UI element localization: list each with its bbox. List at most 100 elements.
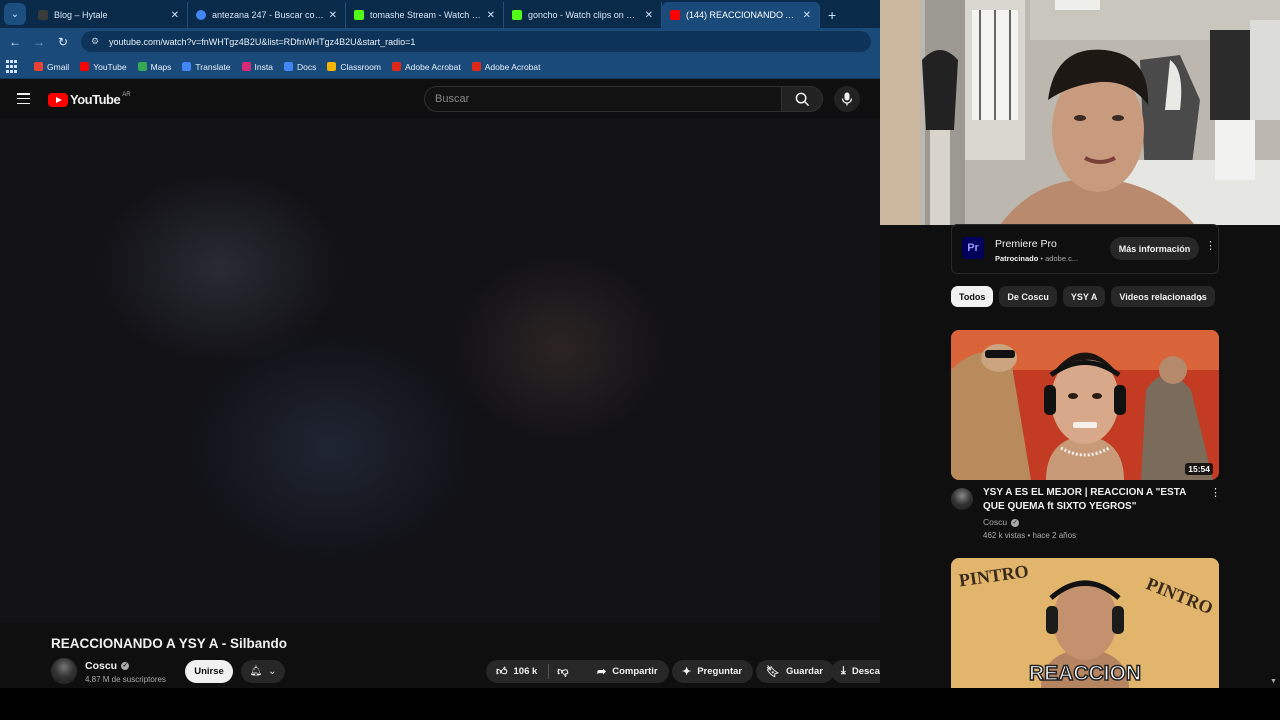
tab-label: antezana 247 - Buscar con Google <box>212 10 325 20</box>
forward-arrow-icon[interactable]: → <box>27 35 51 49</box>
ask-button[interactable]: ✦ Preguntar <box>672 660 754 683</box>
chip-ysy-a[interactable]: YSY A <box>1062 286 1106 307</box>
webcam-overlay <box>880 0 1280 225</box>
webcam-image <box>880 0 1280 225</box>
gmail-icon <box>34 62 43 71</box>
chevron-right-icon[interactable]: › <box>1198 289 1203 305</box>
join-button[interactable]: Unirse <box>185 660 233 683</box>
new-tab-icon[interactable]: + <box>820 7 844 28</box>
bottom-black-bar <box>0 688 1280 720</box>
video-title[interactable]: YSY A ES EL MEJOR | REACCION A "ESTA QUE… <box>983 486 1203 514</box>
search-placeholder: Buscar <box>435 93 470 105</box>
save-button[interactable]: 🔖︎ Guardar <box>756 660 834 683</box>
youtube-icon <box>80 62 90 71</box>
browser-tab-strip: ⌄ Blog – Hytale ✕ antezana 247 - Buscar … <box>0 0 880 28</box>
download-button[interactable]: ⤓ Descargar <box>831 660 880 683</box>
bookmark-classroom[interactable]: Classroom <box>327 62 381 72</box>
search-button[interactable] <box>781 86 823 112</box>
classroom-icon <box>327 62 337 71</box>
bookmark-label: Maps <box>150 61 172 72</box>
more-vertical-icon[interactable]: ⋮ <box>1205 239 1216 252</box>
bookmark-gmail[interactable]: Gmail <box>34 62 69 72</box>
site-settings-icon[interactable]: ⚙ <box>91 36 101 47</box>
tab-close-icon[interactable]: ✕ <box>487 10 495 21</box>
scroll-down-arrow-icon[interactable]: ▼ <box>1270 678 1277 685</box>
thumb-reaccion-text: REACCION <box>1029 662 1141 685</box>
channel-name[interactable]: Coscu ✓ <box>983 517 1020 527</box>
search-icon <box>795 92 809 106</box>
bookmarks-bar: Gmail YouTube Maps Translate Insta Docs … <box>0 55 880 79</box>
thumbnail-image <box>951 330 1219 480</box>
voice-search-button[interactable] <box>834 86 860 112</box>
channel-name-link[interactable]: Coscu ✓ <box>85 660 130 672</box>
tab-hytale[interactable]: Blog – Hytale ✕ <box>30 2 188 28</box>
filter-chips: Todos De Coscu YSY A Videos relacionados <box>951 286 1221 308</box>
channel-label: Coscu <box>983 517 1008 527</box>
bookmark-adobe-acrobat[interactable]: Adobe Acrobat <box>391 61 461 72</box>
like-count[interactable]: 106 k <box>514 666 538 677</box>
ad-more-info-button[interactable]: Más información <box>1110 237 1199 260</box>
dislike-thumb-down-icon[interactable]: 👎︎ <box>557 665 568 678</box>
bookmark-adobe-acrobat-2[interactable]: Adobe Acrobat <box>471 61 541 72</box>
video-player[interactable] <box>0 118 880 623</box>
video-thumbnail[interactable]: 15:54 <box>951 330 1219 480</box>
like-divider <box>548 664 550 679</box>
bookmark-maps[interactable]: Maps <box>137 61 172 72</box>
chip-de-coscu[interactable]: De Coscu <box>999 286 1057 307</box>
more-vertical-icon[interactable]: ⋮ <box>1210 486 1221 499</box>
youtube-watch-page: YouTube AR Buscar REACCIONANDO A YSY A -… <box>0 80 880 688</box>
url-field[interactable]: ⚙ youtube.com/watch?v=fnWHTgz4B2U&list=R… <box>81 31 871 52</box>
tab-kick-goncho[interactable]: goncho - Watch clips on Kick ✕ <box>504 2 662 28</box>
menu-icon[interactable] <box>17 93 30 104</box>
bookmark-label: Adobe Acrobat <box>484 61 541 72</box>
tab-google-search[interactable]: antezana 247 - Buscar con Google ✕ <box>188 2 346 28</box>
thumbnail-image: PINTRO PINTRO REACCION <box>951 558 1219 688</box>
tab-close-icon[interactable]: ✕ <box>803 10 811 21</box>
notifications-button[interactable]: 🔔︎ ⌄ <box>241 660 285 683</box>
bookmark-docs[interactable]: Docs <box>283 62 316 72</box>
bookmark-label: Adobe Acrobat <box>404 61 461 72</box>
tab-close-icon[interactable]: ✕ <box>645 10 653 21</box>
channel-avatar[interactable] <box>951 488 973 510</box>
youtube-favicon-icon <box>670 10 680 20</box>
apps-grid-icon[interactable] <box>6 59 20 74</box>
bookmark-translate[interactable]: Translate <box>182 62 231 72</box>
like-thumb-up-icon[interactable]: 👍︎ <box>496 665 508 678</box>
region-code: AR <box>122 91 131 98</box>
acrobat-icon <box>471 62 481 71</box>
hytale-favicon-icon <box>38 10 48 20</box>
translate-icon <box>182 62 192 71</box>
recommended-video[interactable]: PINTRO PINTRO REACCION <box>951 558 1219 688</box>
chevron-down-icon: ⌄ <box>268 666 277 677</box>
right-sidebar: Pr Premiere Pro Patrocinado • adobe.c...… <box>880 0 1280 688</box>
save-label: Guardar <box>785 666 823 677</box>
verified-check-icon: ✓ <box>1011 518 1020 527</box>
share-button[interactable]: ➦ Compartir <box>587 660 669 683</box>
tab-search-chevron-icon[interactable]: ⌄ <box>4 3 26 25</box>
channel-avatar[interactable] <box>51 658 77 684</box>
search-input[interactable]: Buscar <box>424 86 782 112</box>
bookmark-youtube[interactable]: YouTube <box>80 62 127 72</box>
bookmark-insta[interactable]: Insta <box>241 62 273 72</box>
tab-close-icon[interactable]: ✕ <box>329 10 337 21</box>
reload-icon[interactable]: ↻ <box>51 35 75 49</box>
video-actions-row: Coscu ✓ 4.87 M de suscriptores Unirse 🔔︎ … <box>51 658 880 686</box>
download-label: Descargar <box>851 666 880 677</box>
tab-close-icon[interactable]: ✕ <box>171 10 179 21</box>
acrobat-icon <box>391 62 401 71</box>
tab-kick-tomashe[interactable]: tomashe Stream - Watch Live on Kick ✕ <box>346 2 504 28</box>
microphone-icon <box>841 92 853 106</box>
tab-youtube-active[interactable]: (144) REACCIONANDO A YSY A - Silbando ✕ <box>662 2 820 28</box>
download-icon: ⤓ <box>841 665 846 677</box>
screen: ⌄ Blog – Hytale ✕ antezana 247 - Buscar … <box>0 0 1280 720</box>
ad-title: Premiere Pro <box>995 238 1057 250</box>
youtube-header: YouTube AR Buscar <box>0 80 880 118</box>
recommended-video[interactable]: 15:54 YSY A ES EL MEJOR | REACCION A "ES… <box>951 330 1221 540</box>
youtube-logo[interactable]: YouTube AR <box>48 92 131 107</box>
back-arrow-icon[interactable]: ← <box>3 35 27 49</box>
video-thumbnail[interactable]: PINTRO PINTRO REACCION <box>951 558 1219 688</box>
chip-todos[interactable]: Todos <box>951 286 994 307</box>
bookmark-label: Gmail <box>47 61 70 72</box>
sponsored-ad-card[interactable]: Pr Premiere Pro Patrocinado • adobe.c...… <box>951 224 1219 274</box>
bookmark-label: Classroom <box>340 61 381 72</box>
